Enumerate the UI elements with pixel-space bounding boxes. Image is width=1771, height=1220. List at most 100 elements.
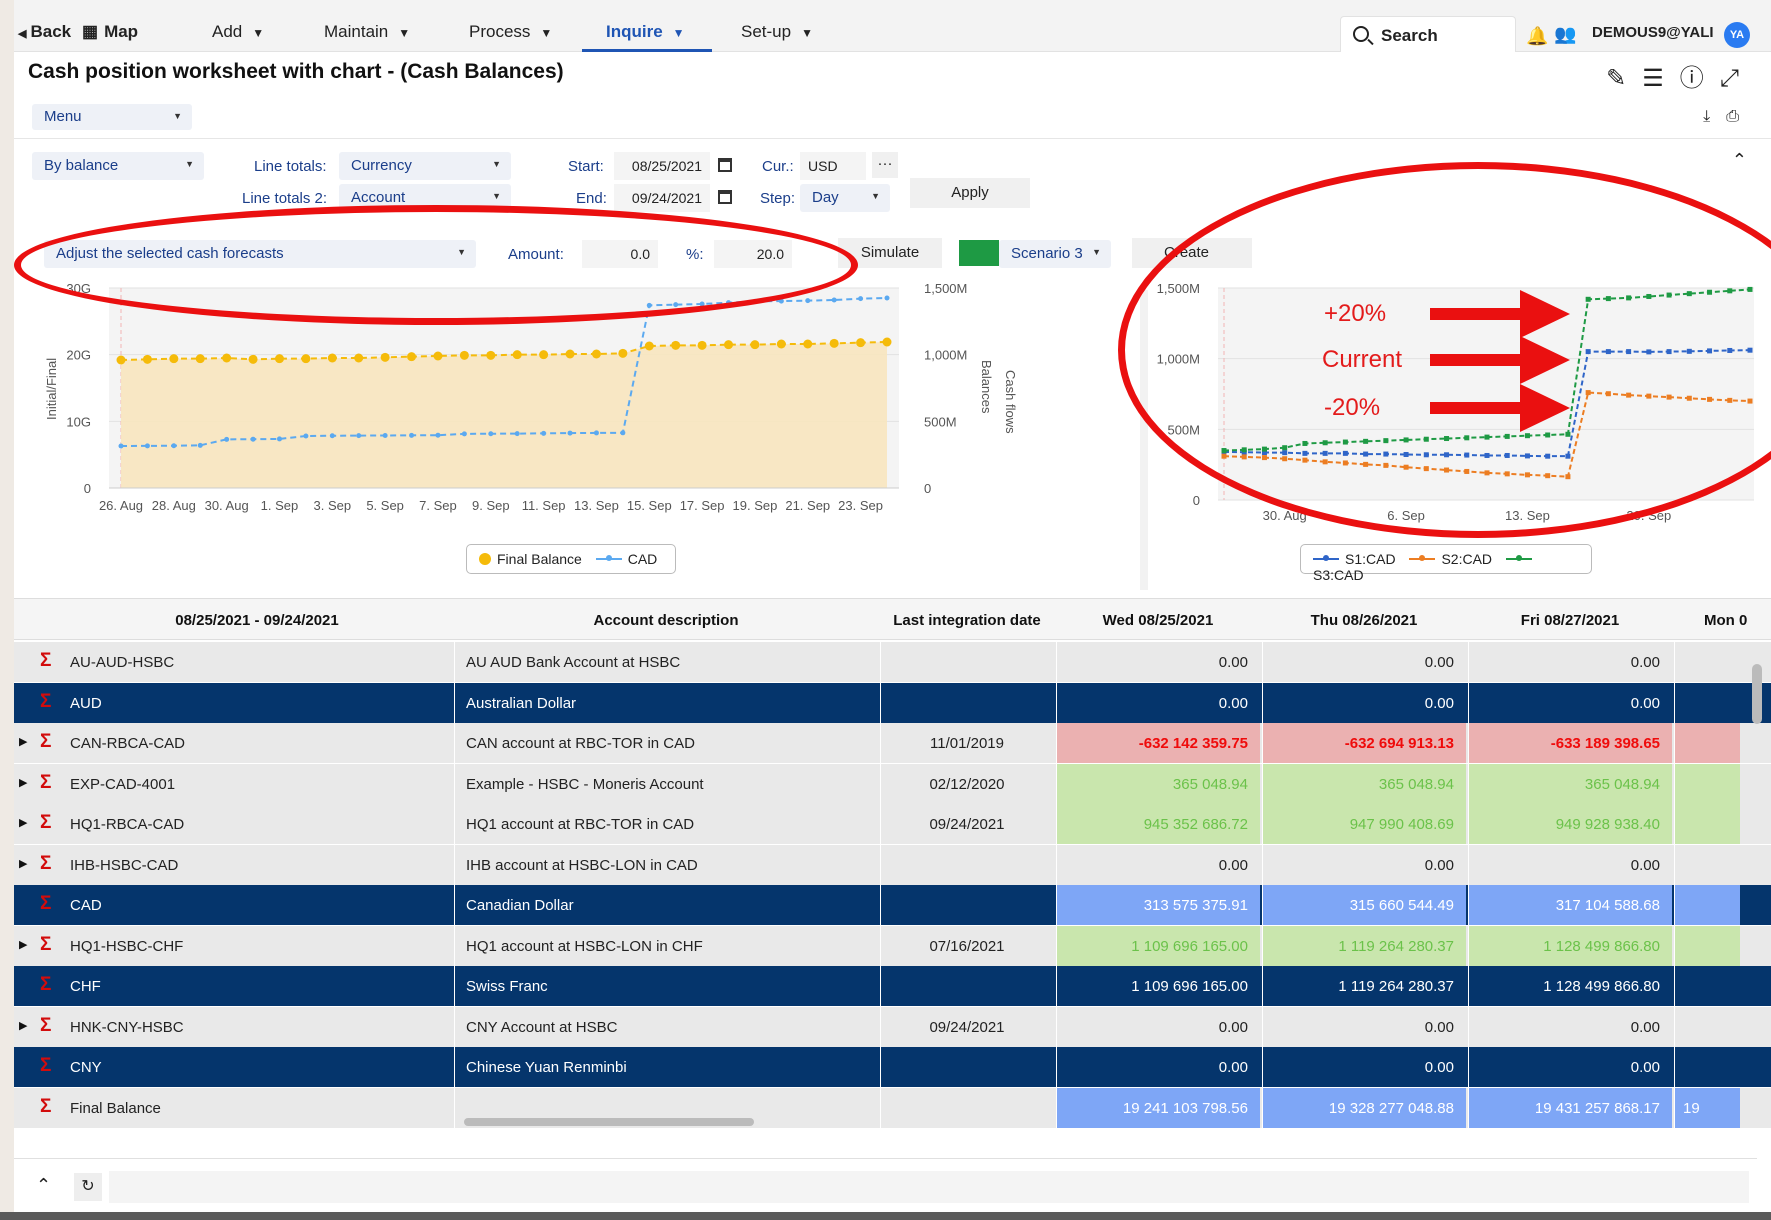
balance-cell[interactable] (1674, 723, 1740, 763)
back-button[interactable]: ◀ Back (18, 22, 71, 42)
balance-cell[interactable]: 365 048.94 (1056, 763, 1260, 804)
table-row[interactable]: ▶ Σ HQ1-HSBC-CHF HQ1 account at HSBC-LON in… (14, 925, 1771, 966)
avatar[interactable]: YA (1724, 22, 1750, 48)
scroll-thumb[interactable] (464, 1118, 754, 1126)
balance-cell[interactable]: 0.00 (1056, 1047, 1260, 1087)
pencil-icon[interactable]: ✎ (1606, 65, 1642, 92)
table-row[interactable]: ▶ Σ HNK-CNY-HSBC CNY Account at HSBC 09/24/2… (14, 1006, 1771, 1047)
balance-cell[interactable]: 1 109 696 165.00 (1056, 966, 1260, 1006)
balance-cell[interactable]: -632 142 359.75 (1056, 723, 1260, 763)
expand-row-icon[interactable]: ▶ (19, 1019, 27, 1032)
column-header-day1[interactable]: Wed 08/25/2021 (1056, 612, 1260, 629)
refresh-button[interactable]: ↻ (74, 1173, 102, 1201)
expand-row-icon[interactable]: ▶ (19, 735, 27, 748)
bell-icon[interactable]: 🔔 (1526, 26, 1548, 47)
balance-cell[interactable]: -632 694 913.13 (1262, 723, 1466, 763)
chevron-up-icon[interactable]: ⌃ (36, 1175, 51, 1196)
horizontal-scrollbar[interactable] (454, 1116, 1764, 1128)
balance-cell[interactable] (1674, 804, 1740, 844)
balance-cell[interactable]: 0.00 (1468, 1006, 1672, 1047)
balance-cell[interactable]: 1 128 499 866.80 (1468, 966, 1672, 1006)
balance-cell[interactable]: 949 928 938.40 (1468, 804, 1672, 844)
column-header-description[interactable]: Account description (454, 612, 878, 629)
calendar-icon[interactable] (718, 190, 732, 204)
vertical-scrollbar[interactable] (1751, 646, 1763, 1086)
expand-row-icon[interactable]: ▶ (19, 938, 27, 951)
balance-cell[interactable]: 0.00 (1468, 844, 1672, 885)
nav-add[interactable]: Add ▼ (212, 22, 264, 42)
expand-row-icon[interactable]: ▶ (19, 776, 27, 789)
balance-cell[interactable]: 1 119 264 280.37 (1262, 925, 1466, 966)
balance-cell[interactable] (1674, 1047, 1740, 1087)
balance-cell[interactable] (1674, 642, 1740, 682)
balance-cell[interactable]: 0.00 (1262, 642, 1466, 682)
column-header-period[interactable]: 08/25/2021 - 09/24/2021 (62, 612, 452, 629)
balance-cell[interactable]: 0.00 (1262, 844, 1466, 885)
help-icon[interactable]: ⓘ (1680, 65, 1720, 92)
nav-maintain[interactable]: Maintain ▼ (324, 22, 410, 42)
balance-cell[interactable] (1674, 966, 1740, 1006)
table-row[interactable]: Σ CNY Chinese Yuan Renminbi 0.00 0.00 0.00 (14, 1047, 1771, 1087)
table-row[interactable]: Σ AU-AUD-HSBC AU AUD Bank Account at HSBC 0… (14, 642, 1771, 682)
balance-cell[interactable]: 0.00 (1056, 642, 1260, 682)
menu-dropdown[interactable]: Menu ▼ (32, 104, 192, 130)
nav-process[interactable]: Process ▼ (469, 22, 552, 42)
column-header-day4[interactable]: Mon 0 (1704, 612, 1747, 629)
search-box[interactable]: Search (1340, 16, 1516, 52)
table-row[interactable]: Σ CHF Swiss Franc 1 109 696 165.00 1 119 264… (14, 966, 1771, 1006)
balance-cell[interactable]: 0.00 (1262, 1047, 1466, 1087)
balance-cell[interactable]: 0.00 (1468, 642, 1672, 682)
apply-button[interactable]: Apply (910, 178, 1030, 208)
table-row[interactable]: Σ AUD Australian Dollar 0.00 0.00 0.00 (14, 682, 1771, 723)
legend-item-final-balance[interactable]: Final Balance (479, 551, 582, 567)
user-name[interactable]: DEMOUS9@YALI (1592, 24, 1714, 41)
balance-cell[interactable]: 1 128 499 866.80 (1468, 925, 1672, 966)
column-header-day3[interactable]: Fri 08/27/2021 (1468, 612, 1672, 629)
balance-cell[interactable]: 0.00 (1056, 1006, 1260, 1047)
step-select[interactable]: Day ▼ (800, 184, 890, 212)
balance-cell[interactable]: -633 189 398.65 (1468, 723, 1672, 763)
table-row[interactable]: ▶ Σ IHB-HSBC-CAD IHB account at HSBC-LON in… (14, 844, 1771, 885)
expand-row-icon[interactable]: ▶ (19, 816, 27, 829)
line-totals-select[interactable]: Currency ▼ (339, 152, 511, 180)
balance-cell[interactable]: 315 660 544.49 (1262, 885, 1466, 925)
download-icon[interactable]: ⤓ (1703, 108, 1726, 125)
table-row[interactable]: Σ CAD Canadian Dollar 313 575 375.91 315 660… (14, 885, 1771, 925)
balance-cell[interactable]: 365 048.94 (1262, 763, 1466, 804)
calendar-icon[interactable] (718, 158, 732, 172)
balance-cell[interactable] (1674, 925, 1740, 966)
balance-cell[interactable]: 947 990 408.69 (1262, 804, 1466, 844)
start-date-input[interactable]: 08/25/2021 (614, 152, 710, 180)
balance-cell[interactable] (1674, 1006, 1740, 1047)
nav-inquire[interactable]: Inquire ▼ (606, 22, 685, 42)
balance-cell[interactable]: 317 104 588.68 (1468, 885, 1672, 925)
balance-cell[interactable]: 0.00 (1262, 682, 1466, 723)
expand-icon[interactable]: ⤢ (1720, 65, 1755, 92)
expand-row-icon[interactable]: ▶ (19, 857, 27, 870)
balance-cell[interactable] (1674, 763, 1740, 804)
view-mode-select[interactable]: By balance ▼ (32, 152, 204, 180)
currency-input[interactable]: USD (800, 152, 866, 180)
scenario-select[interactable]: Scenario 3 ▼ (999, 240, 1111, 268)
balance-cell[interactable] (1674, 844, 1740, 885)
message-input[interactable] (109, 1171, 1749, 1203)
balance-cell[interactable]: 1 109 696 165.00 (1056, 925, 1260, 966)
balance-cell[interactable]: 365 048.94 (1468, 763, 1672, 804)
legend-item-s1[interactable]: S1:CAD (1313, 551, 1396, 567)
legend-item-cad[interactable]: CAD (586, 551, 657, 567)
column-header-integration-date[interactable]: Last integration date (880, 612, 1054, 629)
balance-cell[interactable]: 945 352 686.72 (1056, 804, 1260, 844)
legend-item-s2[interactable]: S2:CAD (1399, 551, 1492, 567)
column-header-day2[interactable]: Thu 08/26/2021 (1262, 612, 1466, 629)
balance-cell[interactable]: 313 575 375.91 (1056, 885, 1260, 925)
balance-cell[interactable] (1674, 885, 1740, 925)
balance-cell[interactable]: 0.00 (1468, 1047, 1672, 1087)
table-row[interactable]: ▶ Σ EXP-CAD-4001 Example - HSBC - Moneris A… (14, 763, 1771, 804)
currency-lookup-button[interactable]: ··· (872, 152, 898, 178)
table-row[interactable]: ▶ Σ CAN-RBCA-CAD CAN account at RBC-TOR in … (14, 723, 1771, 763)
balance-cell[interactable]: 0.00 (1262, 1006, 1466, 1047)
collapse-icon[interactable]: ⌃ (1732, 150, 1747, 171)
nav-setup[interactable]: Set-up ▼ (741, 22, 813, 42)
balance-cell[interactable]: 0.00 (1056, 682, 1260, 723)
balance-cell[interactable]: 0.00 (1056, 844, 1260, 885)
